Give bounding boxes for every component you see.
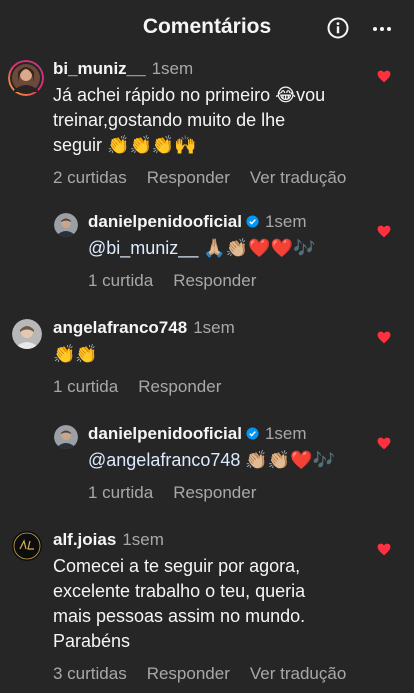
comment-time: 1sem (151, 59, 194, 78)
heart-icon[interactable] (377, 331, 391, 344)
comment-time: 1sem (122, 530, 164, 549)
comment-text-line: excelente trabalho o teu, queria (53, 581, 306, 601)
avatar[interactable] (54, 213, 78, 237)
likes-count[interactable]: 1 curtida (53, 377, 118, 396)
comment-text-rest: 👏🏼👏🏼❤️🎶 (240, 450, 336, 470)
comment-time: 1sem (264, 212, 307, 231)
avatar[interactable] (54, 425, 78, 449)
avatar[interactable] (12, 531, 42, 561)
comment-username[interactable]: angelafranco748 (53, 318, 187, 337)
comment-text-line: Comecei a te seguir por agora, (53, 556, 301, 576)
heart-icon[interactable] (377, 543, 391, 556)
likes-count[interactable]: 2 curtidas (53, 168, 127, 187)
avatar[interactable] (12, 319, 42, 349)
comment-username[interactable]: alf.joias (53, 530, 116, 549)
reply-button[interactable]: Responder (173, 483, 256, 502)
comment-text-rest: 🙏🏼👏🏼❤️❤️🎶 (198, 238, 316, 258)
heart-icon[interactable] (377, 437, 391, 450)
comment-username[interactable]: bi_muniz__ (53, 59, 146, 78)
comment-text-line: seguir 👏👏👏🙌 (53, 135, 197, 155)
comment-text: @bi_muniz__ 🙏🏼👏🏼❤️❤️🎶 (88, 236, 315, 261)
reply-button[interactable]: Responder (173, 271, 256, 290)
more-options-icon[interactable] (371, 19, 393, 39)
likes-count[interactable]: 1 curtida (88, 271, 153, 290)
comment-username[interactable]: danielpenidooficial (88, 212, 242, 231)
mention-link[interactable]: @angelafranco748 (88, 450, 240, 470)
comment-text: Já achei rápido no primeiro 😂vou treinar… (53, 83, 366, 158)
mention-link[interactable]: @bi_muniz__ (88, 238, 198, 258)
translate-button[interactable]: Ver tradução (250, 168, 346, 187)
translate-button[interactable]: Ver tradução (250, 664, 346, 683)
comment-text-line: 👏👏 (53, 344, 98, 364)
heart-icon[interactable] (377, 70, 391, 83)
comment-text-line: treinar,gostando muito de lhe (53, 110, 286, 130)
avatar[interactable] (8, 60, 44, 96)
page-title: Comentários (142, 15, 272, 38)
comment-username[interactable]: danielpenidooficial (88, 424, 242, 443)
comment-text: Comecei a te seguir por agora, excelente… (53, 554, 366, 654)
header: Comentários (0, 0, 414, 56)
comment-time: 1sem (264, 424, 307, 443)
comment-text: @angelafranco748 👏🏼👏🏼❤️🎶 (88, 448, 335, 473)
comment-text: 👏👏 (53, 342, 241, 367)
verified-badge-icon (246, 215, 259, 228)
comment-text-line: Já achei rápido no primeiro 😂vou (53, 85, 326, 105)
comment-text-line: mais pessoas assim no mundo. (53, 606, 306, 626)
reply-button[interactable]: Responder (138, 377, 221, 396)
likes-count[interactable]: 3 curtidas (53, 664, 127, 683)
likes-count[interactable]: 1 curtida (88, 483, 153, 502)
comment-time: 1sem (193, 318, 235, 337)
verified-badge-icon (246, 427, 259, 440)
reply-button[interactable]: Responder (147, 168, 230, 187)
reply-button[interactable]: Responder (147, 664, 230, 683)
comment-text-line: Parabéns (53, 631, 131, 651)
heart-icon[interactable] (377, 225, 391, 238)
info-icon[interactable] (327, 17, 349, 39)
